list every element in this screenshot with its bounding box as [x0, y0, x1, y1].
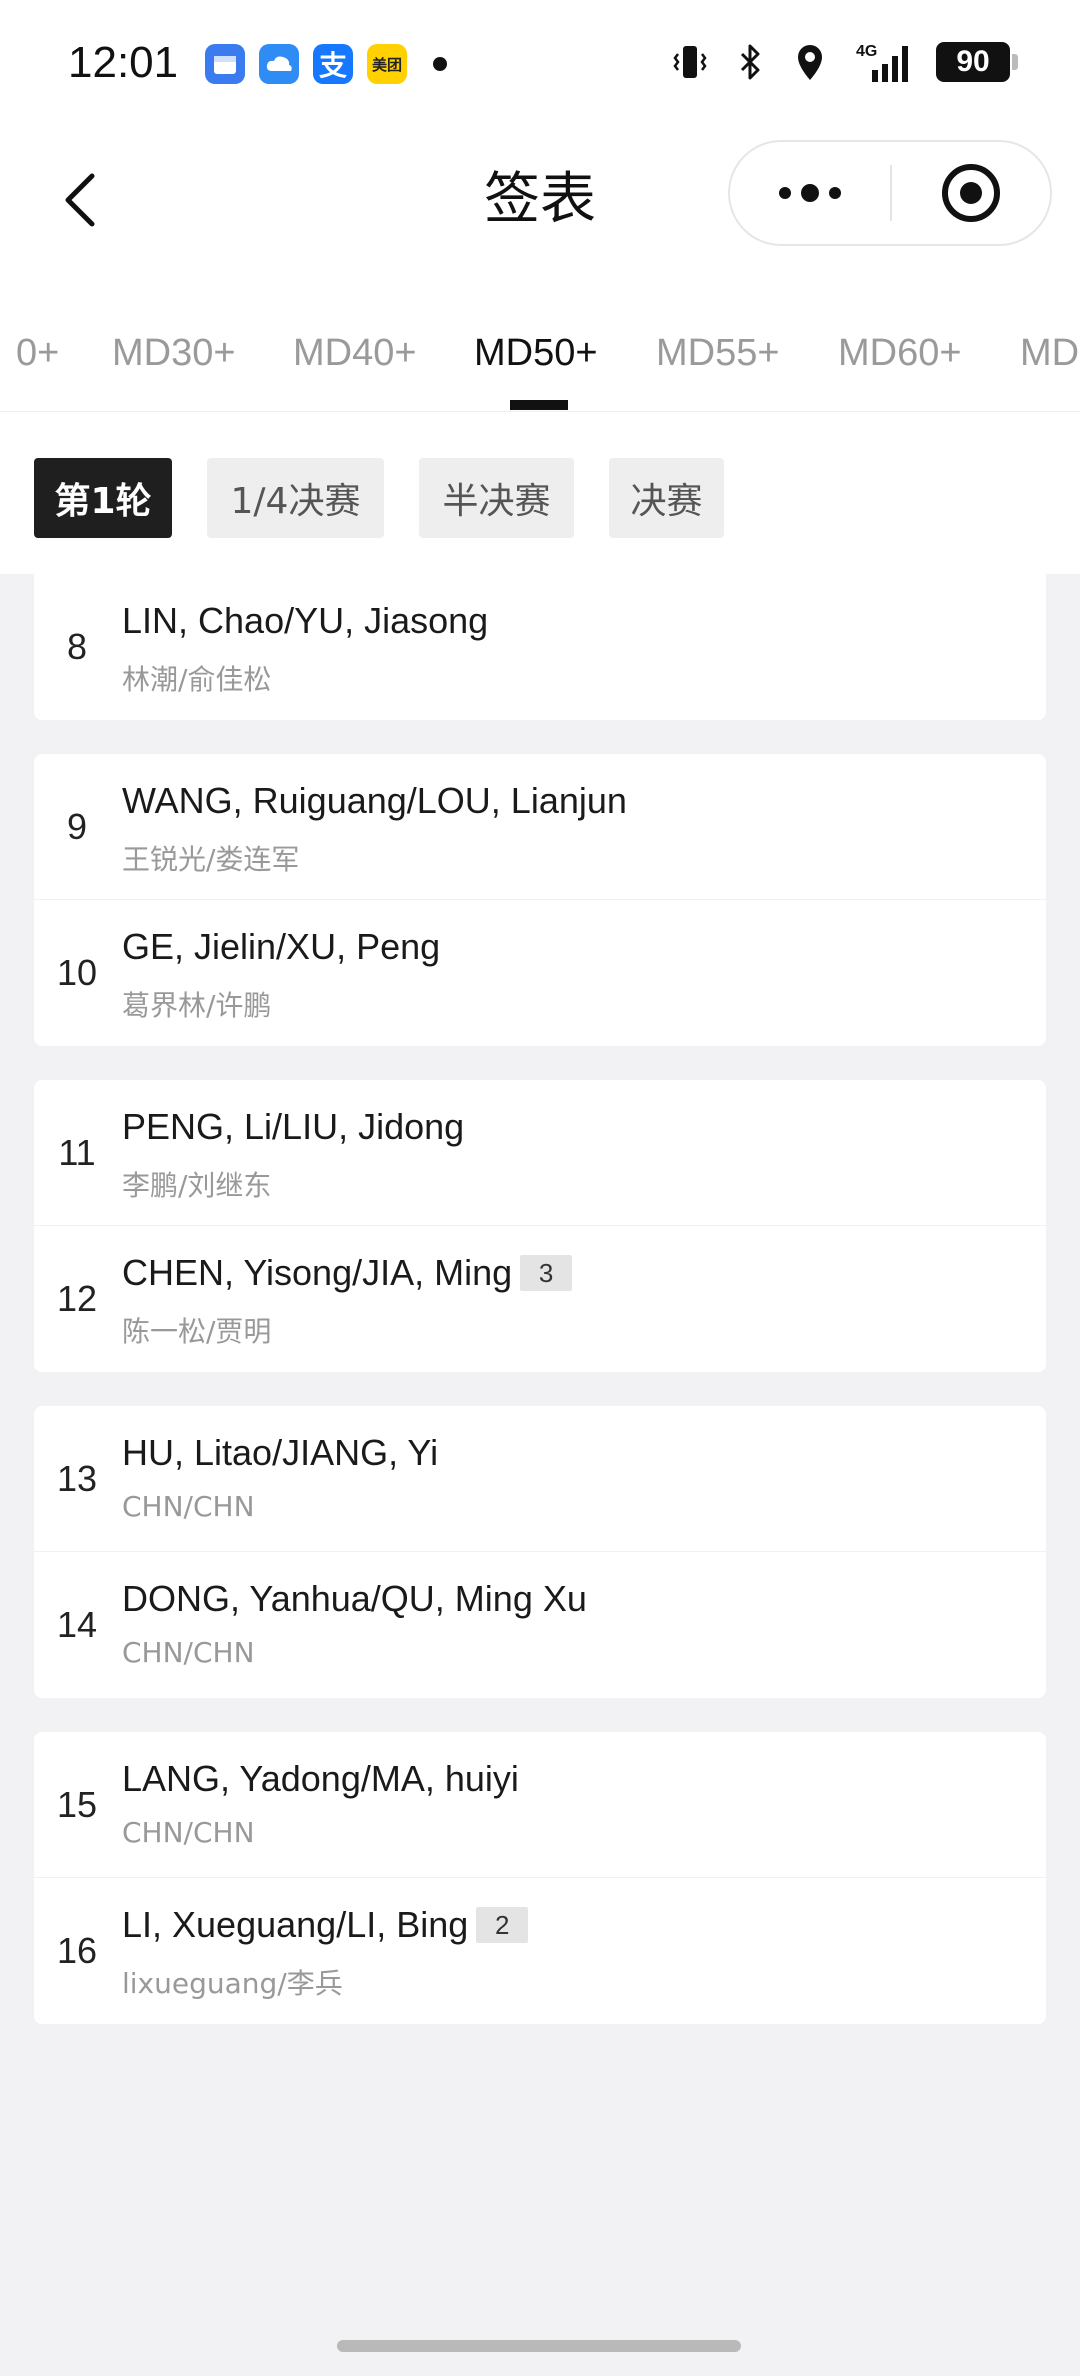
- draw-entry[interactable]: 16 LI, Xueguang/LI, Bing 2 lixueguang/李兵: [34, 1878, 1046, 2024]
- pair-names-text: LIN, Chao/YU, Jiasong: [122, 600, 489, 641]
- system-status-icons: 4G 90: [670, 40, 1018, 84]
- tab-quarterfinal[interactable]: 1/4决赛: [207, 458, 384, 538]
- pair-subtitle: CHN/CHN: [122, 1816, 255, 1849]
- draw-entry[interactable]: 15 LANG, Yadong/MA, huiyi CHN/CHN: [34, 1732, 1046, 1878]
- home-indicator[interactable]: [337, 2340, 741, 2352]
- pair-names: LANG, Yadong/MA, huiyi: [122, 1758, 519, 1800]
- pair-names: CHEN, Yisong/JIA, Ming 3: [122, 1252, 573, 1294]
- pair-names-text: CHEN, Yisong/JIA, Ming: [122, 1252, 513, 1293]
- tab-category-md30[interactable]: MD30+: [112, 332, 236, 375]
- battery-icon: 90: [936, 42, 1018, 82]
- draw-entry[interactable]: 13 HU, Litao/JIANG, Yi CHN/CHN: [34, 1406, 1046, 1552]
- more-menu-button[interactable]: [730, 142, 890, 244]
- tab-category-0[interactable]: 0+: [16, 332, 59, 375]
- signal-icon: 4G: [850, 40, 916, 84]
- round-tabs: 第1轮 1/4决赛 半决赛 决赛: [0, 412, 1080, 574]
- tab-category-md-partial[interactable]: MD: [1020, 332, 1079, 375]
- pair-subtitle: 陈一松/贾明: [122, 1315, 272, 1348]
- match-group: 11 PENG, Li/LIU, Jidong 李鹏/刘继东 12 CHEN, …: [34, 1080, 1046, 1372]
- pair-names: WANG, Ruiguang/LOU, Lianjun: [122, 780, 627, 822]
- pair-subtitle: 王锐光/娄连军: [122, 843, 300, 876]
- draw-list: 8 LIN, Chao/YU, Jiasong 林潮/俞佳松 9 WANG, R…: [34, 574, 1046, 2058]
- pair-subtitle: 葛界林/许鹏: [122, 989, 272, 1022]
- match-group: 9 WANG, Ruiguang/LOU, Lianjun 王锐光/娄连军 10…: [34, 754, 1046, 1046]
- pair-subtitle: lixueguang/李兵: [122, 1967, 343, 2000]
- active-tab-indicator: [510, 400, 568, 410]
- tab-category-md60[interactable]: MD60+: [838, 332, 962, 375]
- draw-position: 10: [56, 952, 98, 993]
- notification-app-icons: 支 美团: [205, 44, 447, 84]
- match-group: 8 LIN, Chao/YU, Jiasong 林潮/俞佳松: [34, 574, 1046, 720]
- tab-category-md40[interactable]: MD40+: [293, 332, 417, 375]
- bluetooth-icon: [730, 40, 770, 84]
- target-circle-icon: [942, 164, 1000, 222]
- seed-badge: 2: [476, 1907, 529, 1943]
- pair-names-text: DONG, Yanhua/QU, Ming Xu: [122, 1578, 587, 1619]
- draw-entry[interactable]: 9 WANG, Ruiguang/LOU, Lianjun 王锐光/娄连军: [34, 754, 1046, 900]
- match-group: 15 LANG, Yadong/MA, huiyi CHN/CHN 16 LI,…: [34, 1732, 1046, 2024]
- more-notifications-dot-icon: [433, 57, 447, 71]
- draw-position: 9: [66, 806, 88, 847]
- mini-program-capsule: [728, 140, 1052, 246]
- pair-subtitle: CHN/CHN: [122, 1490, 255, 1523]
- draw-position: 11: [58, 1132, 96, 1173]
- nav-bar: 签表: [0, 130, 1080, 270]
- tab-round-1[interactable]: 第1轮: [34, 458, 172, 538]
- tab-category-md55[interactable]: MD55+: [656, 332, 780, 375]
- status-time: 12:01: [68, 38, 179, 87]
- pair-names-text: PENG, Li/LIU, Jidong: [122, 1106, 465, 1147]
- cloud-app-icon: [259, 44, 299, 84]
- draw-position: 13: [56, 1458, 98, 1499]
- draw-entry[interactable]: 12 CHEN, Yisong/JIA, Ming 3 陈一松/贾明: [34, 1226, 1046, 1372]
- vibrate-icon: [670, 40, 710, 84]
- location-icon: [790, 40, 830, 84]
- pair-names: LIN, Chao/YU, Jiasong: [122, 600, 488, 642]
- alipay-app-icon: 支: [313, 44, 353, 84]
- meituan-icon-label: 美团: [371, 55, 402, 74]
- pair-names: LI, Xueguang/LI, Bing 2: [122, 1904, 529, 1946]
- seed-badge: 3: [520, 1255, 573, 1291]
- draw-position: 15: [56, 1784, 98, 1825]
- draw-entry[interactable]: 10 GE, Jielin/XU, Peng 葛界林/许鹏: [34, 900, 1046, 1046]
- network-type-label: 4G: [856, 43, 877, 60]
- pair-subtitle: 李鹏/刘继东: [122, 1169, 272, 1202]
- category-tabs: 0+ MD30+ MD40+ MD50+ MD55+ MD60+ MD: [0, 270, 1080, 412]
- pair-names: GE, Jielin/XU, Peng: [122, 926, 440, 968]
- pair-subtitle: CHN/CHN: [122, 1636, 255, 1669]
- draw-entry[interactable]: 11 PENG, Li/LIU, Jidong 李鹏/刘继东: [34, 1080, 1046, 1226]
- draw-position: 16: [56, 1930, 98, 1971]
- draw-position: 12: [56, 1278, 98, 1319]
- draw-position: 14: [56, 1604, 98, 1645]
- close-mini-program-button[interactable]: [892, 142, 1050, 244]
- tab-category-md50[interactable]: MD50+: [474, 332, 598, 375]
- pair-names-text: LANG, Yadong/MA, huiyi: [122, 1758, 519, 1799]
- draw-entry[interactable]: 8 LIN, Chao/YU, Jiasong 林潮/俞佳松: [34, 574, 1046, 720]
- pair-names-text: HU, Litao/JIANG, Yi: [122, 1432, 439, 1473]
- meituan-app-icon: 美团: [367, 44, 407, 84]
- battery-level: 90: [956, 45, 990, 78]
- draw-entry[interactable]: 14 DONG, Yanhua/QU, Ming Xu CHN/CHN: [34, 1552, 1046, 1698]
- pair-names: PENG, Li/LIU, Jidong: [122, 1106, 464, 1148]
- pair-subtitle: 林潮/俞佳松: [122, 663, 272, 696]
- pair-names-text: GE, Jielin/XU, Peng: [122, 926, 441, 967]
- tab-final[interactable]: 决赛: [609, 458, 724, 538]
- status-bar: 12:01 支 美团 4G 90: [0, 0, 1080, 130]
- match-group: 13 HU, Litao/JIANG, Yi CHN/CHN 14 DONG, …: [34, 1406, 1046, 1698]
- alipay-icon-label: 支: [318, 49, 347, 82]
- draw-position: 8: [66, 626, 88, 667]
- pair-names: DONG, Yanhua/QU, Ming Xu: [122, 1578, 587, 1620]
- pair-names-text: LI, Xueguang/LI, Bing: [122, 1904, 469, 1945]
- pair-names-text: WANG, Ruiguang/LOU, Lianjun: [122, 780, 627, 821]
- tab-semifinal[interactable]: 半决赛: [419, 458, 574, 538]
- more-dots-icon: [779, 184, 841, 202]
- pair-names: HU, Litao/JIANG, Yi: [122, 1432, 438, 1474]
- calendar-app-icon: [205, 44, 245, 84]
